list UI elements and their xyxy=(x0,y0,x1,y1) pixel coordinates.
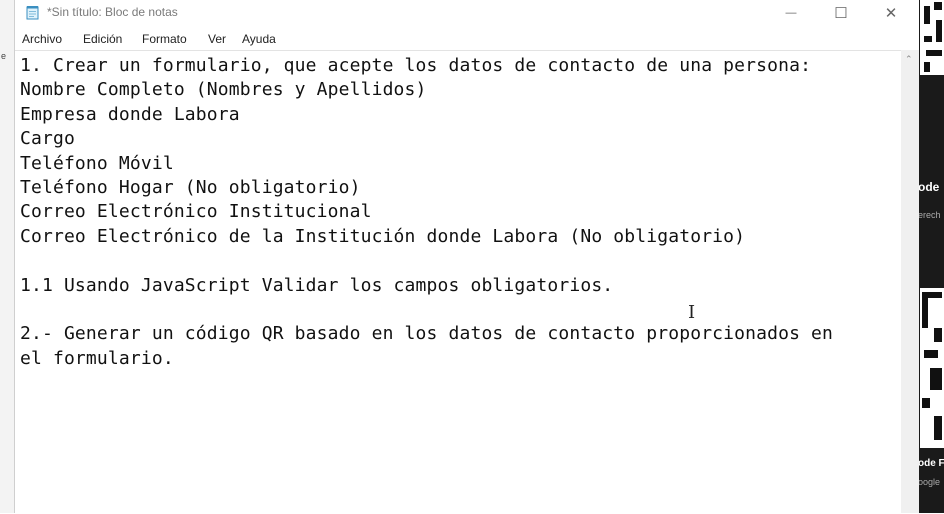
editor-line: Teléfono Móvil xyxy=(20,152,174,174)
editor-line: Correo Electrónico Institucional xyxy=(20,201,372,223)
menu-edicion[interactable]: Edición xyxy=(83,32,122,46)
qr-code-fragment-bottom xyxy=(920,288,944,448)
background-heading-text-2: ode F xyxy=(918,458,944,469)
title-bar[interactable]: *Sin título: Bloc de notas — ☐ ✕ xyxy=(15,0,919,26)
qr-code-fragment-top xyxy=(920,0,944,75)
minimize-icon: — xyxy=(785,7,797,19)
maximize-icon: ☐ xyxy=(834,5,848,22)
editor-line: el formulario. xyxy=(20,347,174,369)
editor-line-empty: ​ xyxy=(20,298,833,322)
notepad-window: *Sin título: Bloc de notas — ☐ ✕ Archivo… xyxy=(14,0,919,514)
editor-line: 2.- Generar un código QR basado en los d… xyxy=(20,323,834,345)
background-sub-text-2: oogle xyxy=(918,477,941,487)
minimize-button[interactable]: — xyxy=(768,0,814,26)
editor-line: 1.1 Usando JavaScript Validar los campos… xyxy=(20,274,614,296)
background-window-mark: e xyxy=(1,51,7,61)
close-button[interactable]: ✕ xyxy=(868,0,914,26)
editor-line: Teléfono Hogar (No obligatorio) xyxy=(20,177,361,199)
background-app-strip: ode erech ode F oogle xyxy=(918,0,944,513)
editor-line: 1. Crear un formulario, que acepte los d… xyxy=(20,55,812,76)
background-heading-text: ode xyxy=(918,180,940,194)
window-title: *Sin título: Bloc de notas xyxy=(47,5,178,19)
editor-line-empty: ​ xyxy=(20,249,833,273)
ibeam-cursor-icon: I xyxy=(688,302,696,323)
close-icon: ✕ xyxy=(884,5,898,22)
editor-content[interactable]: 1. Crear un formulario, que acepte los d… xyxy=(20,54,833,371)
text-editor-area[interactable]: 1. Crear un formulario, que acepte los d… xyxy=(15,50,901,514)
vertical-scrollbar[interactable]: ⌃ xyxy=(901,50,919,513)
menu-archivo[interactable]: Archivo xyxy=(22,32,62,46)
background-window-edge: e xyxy=(0,0,14,513)
editor-line: Nombre Completo (Nombres y Apellidos) xyxy=(20,79,427,101)
notepad-icon xyxy=(26,6,39,20)
background-sub-text: erech xyxy=(918,210,941,220)
editor-line: Cargo xyxy=(20,128,75,150)
menu-ver[interactable]: Ver xyxy=(208,32,226,46)
menu-bar: Archivo Edición Formato Ver Ayuda xyxy=(15,30,919,49)
editor-line: Empresa donde Labora xyxy=(20,103,240,125)
menu-ayuda[interactable]: Ayuda xyxy=(242,32,276,46)
scroll-up-arrow-icon[interactable]: ⌃ xyxy=(905,54,913,65)
maximize-button[interactable]: ☐ xyxy=(818,0,864,26)
menu-formato[interactable]: Formato xyxy=(142,32,187,46)
editor-line: Correo Electrónico de la Institución don… xyxy=(20,225,746,247)
